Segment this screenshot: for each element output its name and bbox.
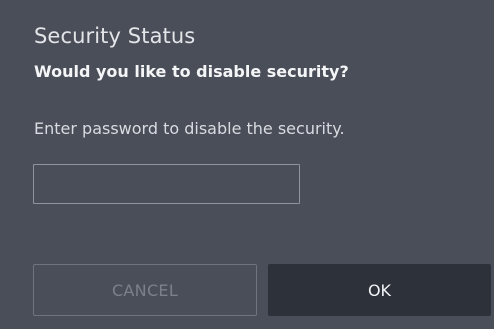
- dialog-question: Would you like to disable security?: [34, 62, 349, 81]
- background-edge: [494, 0, 498, 329]
- password-input[interactable]: [33, 164, 300, 204]
- security-status-dialog: Security Status Would you like to disabl…: [0, 0, 494, 329]
- password-instruction: Enter password to disable the security.: [34, 119, 345, 138]
- cancel-button[interactable]: CANCEL: [33, 264, 257, 316]
- dialog-title: Security Status: [34, 24, 196, 48]
- ok-button[interactable]: OK: [268, 264, 491, 316]
